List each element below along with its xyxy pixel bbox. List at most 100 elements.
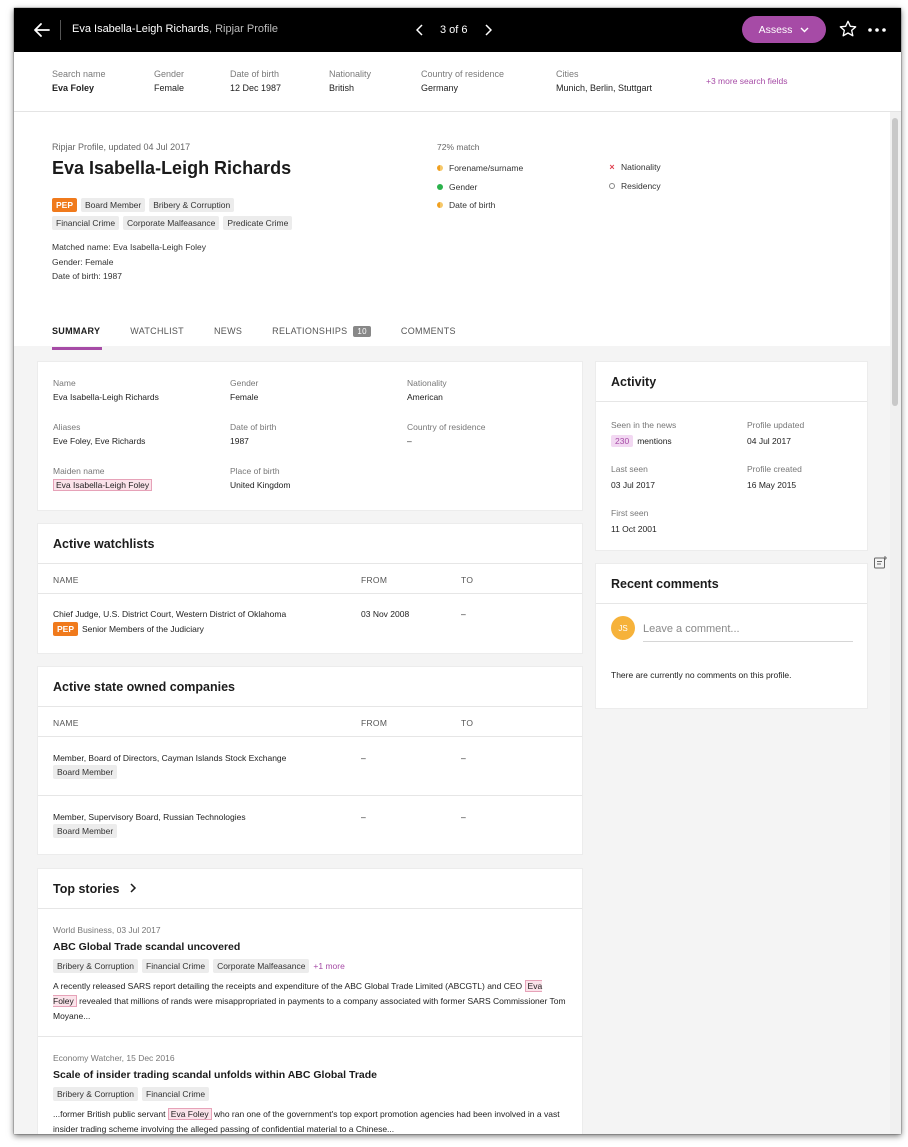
search-field-name: Search name Eva Foley [52, 69, 106, 93]
watchlists-card: Active watchlists NAME FROM TO Chief Jud… [38, 524, 582, 653]
detail-value: American [407, 392, 443, 402]
tag: Corporate Malfeasance [123, 216, 220, 230]
card-title: Top stories [53, 882, 582, 896]
scrollbar[interactable] [890, 112, 901, 1134]
match-label: Residency [621, 180, 661, 191]
column-header-from: FROM [361, 575, 388, 585]
back-arrow-icon[interactable] [30, 18, 54, 42]
tab-label: NEWS [213, 326, 243, 336]
top-bar: Eva Isabella-Leigh Richards, Ripjar Prof… [14, 8, 901, 52]
company-to: – [461, 812, 466, 822]
assess-label: Assess [758, 23, 793, 36]
no-comments-message: There are currently no comments on this … [611, 670, 792, 680]
assess-button[interactable]: Assess [742, 16, 826, 43]
pep-badge: PEP [52, 198, 78, 212]
activity-card: Activity Seen in the news 230 mentions Pr… [596, 362, 867, 550]
pager-count: 3 of 6 [440, 24, 468, 36]
story-item[interactable]: Economy Watcher, 15 Dec 2016 Scale of in… [38, 1037, 582, 1134]
story-item[interactable]: World Business, 03 Jul 2017 ABC Global T… [38, 909, 582, 1037]
tab-summary[interactable]: SUMMARY [52, 326, 103, 350]
previous-chevron-icon[interactable] [412, 20, 428, 40]
full-match-icon [437, 183, 443, 190]
table-header: NAME FROM TO [38, 564, 582, 594]
next-chevron-icon[interactable] [480, 20, 496, 40]
match-label: Forename/surname [449, 163, 524, 174]
story-title[interactable]: Scale of insider trading scandal unfolds… [53, 1069, 567, 1081]
detail-label: Country of residence [407, 422, 486, 432]
scrollbar-thumb[interactable] [892, 118, 898, 406]
mention-count-badge[interactable]: 230 [611, 435, 634, 447]
search-field-value: Female [154, 83, 185, 93]
table-row[interactable]: Member, Board of Directors, Cayman Islan… [38, 737, 582, 796]
search-field-label: Nationality [329, 69, 372, 79]
detail-maiden-name: Maiden name Eva Isabella-Leigh Foley [53, 466, 153, 491]
table-row[interactable]: Chief Judge, U.S. District Court, Wester… [38, 594, 582, 652]
detail-pob: Place of birth United Kingdom [230, 466, 290, 490]
activity-profile-updated: Profile updated 04 Jul 2017 [747, 420, 804, 446]
watchlist-entry: Chief Judge, U.S. District Court, Wester… [53, 609, 286, 636]
match-label: Date of birth [449, 200, 496, 211]
activity-label: First seen [611, 508, 649, 518]
card-header: Active watchlists [38, 524, 582, 564]
detail-label: Date of birth [230, 422, 277, 432]
match-row: Gender [437, 178, 523, 197]
card-header[interactable]: Top stories [38, 869, 582, 909]
detail-value: 1987 [230, 436, 249, 446]
excerpt-text: A recently released SARS report detailin… [53, 981, 525, 991]
pager: 3 of 6 [412, 20, 496, 40]
top-bar-divider [60, 20, 61, 40]
partial-match-icon [437, 165, 443, 172]
column-header-to: TO [461, 718, 474, 728]
story-title[interactable]: ABC Global Trade scandal uncovered [53, 941, 567, 953]
tab-label: COMMENTS [400, 326, 456, 336]
activity-value: 230 mentions [611, 435, 676, 447]
company-entry: Member, Supervisory Board, Russian Techn… [53, 812, 246, 838]
comment-input[interactable] [643, 616, 853, 642]
match-row: Date of birth [437, 196, 523, 215]
more-options-icon[interactable] [866, 20, 888, 40]
detail-name: Name Eva Isabella-Leigh Richards [53, 378, 159, 402]
window-title: Eva Isabella-Leigh Richards, Ripjar Prof… [72, 23, 278, 35]
profile-header: Ripjar Profile, updated 04 Jul 2017 Eva … [14, 112, 890, 350]
tab-relationships[interactable]: RELATIONSHIPS 10 [272, 326, 371, 346]
tag: Bribery & Corruption [149, 198, 235, 212]
table-row[interactable]: Member, Supervisory Board, Russian Techn… [38, 796, 582, 854]
tab-label: RELATIONSHIPS [272, 326, 348, 336]
tab-watchlist[interactable]: WATCHLIST [130, 326, 184, 346]
search-field-value: 12 Dec 1987 [230, 83, 282, 93]
activity-profile-created: Profile created 16 May 2015 [747, 464, 802, 490]
profile-meta: Ripjar Profile, updated 04 Jul 2017 [52, 142, 191, 152]
search-field-cities: Cities Munich, Berlin, Stuttgart [556, 69, 652, 93]
match-row: × Nationality [609, 158, 660, 177]
title-source: , Ripjar Profile [208, 23, 279, 35]
tab-news[interactable]: NEWS [214, 326, 242, 346]
add-note-icon[interactable] [873, 555, 889, 571]
search-field-dob: Date of birth 12 Dec 1987 [230, 69, 281, 93]
match-summary: 72% match Forename/surname Gender Date o… [437, 142, 661, 215]
card-header: Activity [596, 362, 867, 402]
company-to: – [461, 753, 466, 763]
tag: Financial Crime [142, 959, 210, 973]
detail-label: Place of birth [230, 466, 280, 476]
search-field-residence: Country of residence Germany [421, 69, 504, 93]
search-field-value: Germany [421, 83, 459, 93]
more-search-fields-link[interactable]: +3 more search fields [706, 76, 788, 86]
search-field-value: Munich, Berlin, Stuttgart [556, 83, 653, 93]
search-field-value: Eva Foley [52, 83, 95, 93]
activity-value: 03 Jul 2017 [611, 480, 655, 490]
tab-comments[interactable]: COMMENTS [401, 326, 456, 346]
tag: Financial Crime [142, 1087, 210, 1101]
detail-label: Name [53, 378, 76, 388]
detail-aliases: Aliases Eve Foley, Eve Richards [53, 422, 145, 446]
search-field-nationality: Nationality British [329, 69, 371, 93]
company-tags: Board Member [53, 765, 286, 779]
company-tags: Board Member [53, 824, 246, 838]
mention-suffix: mentions [637, 436, 672, 446]
tab-label: SUMMARY [52, 326, 101, 336]
top-stories-card: Top stories World Business, 03 Jul 2017 … [38, 869, 582, 1134]
avatar: JS [611, 616, 635, 640]
more-tags-link[interactable]: +1 more [313, 961, 344, 971]
tag: Bribery & Corruption [53, 959, 139, 973]
star-icon[interactable] [838, 19, 858, 39]
card-header: Recent comments [596, 564, 867, 604]
